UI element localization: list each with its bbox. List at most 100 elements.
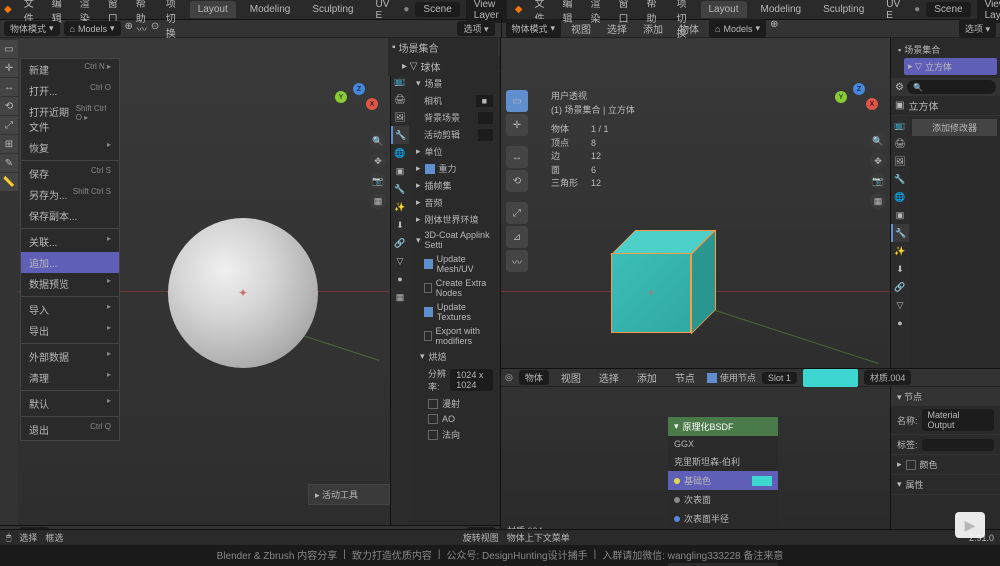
tool-cursor[interactable]: ✛: [0, 59, 18, 77]
obj-breadcrumb[interactable]: ▣ 立方体: [891, 96, 1000, 116]
camera-icon[interactable]: 📷: [370, 173, 386, 189]
tab-constraint[interactable]: 🔗: [391, 234, 409, 252]
sphere-object[interactable]: ✦: [168, 218, 318, 368]
gizmo-x[interactable]: X: [866, 98, 878, 110]
nav-gizmo[interactable]: X Y Z: [335, 83, 380, 128]
pan-icon[interactable]: ✥: [370, 153, 386, 169]
nodeeditor-icon[interactable]: ◎: [505, 372, 513, 383]
shader-header[interactable]: ▾ 原理化BSDF: [668, 417, 778, 436]
tab-ptcl-r[interactable]: ✨: [891, 242, 909, 260]
tool-scale[interactable]: ⤢: [0, 116, 18, 134]
tab-con-r[interactable]: 🔗: [891, 278, 909, 296]
tab-world[interactable]: 🌐: [391, 144, 409, 162]
zoom-icon[interactable]: 🔍: [870, 133, 886, 149]
tab-output-r[interactable]: 🖨: [891, 134, 909, 152]
file-menu-item[interactable]: 打开...Ctrl O: [21, 80, 119, 101]
tab-modeling-r[interactable]: Modeling: [753, 1, 810, 18]
tab-scene[interactable]: 🔧: [391, 126, 409, 144]
snap-icon[interactable]: 〰: [137, 21, 147, 36]
use-nodes[interactable]: 使用节点: [707, 371, 756, 384]
scale-tool[interactable]: ⤢: [506, 202, 528, 224]
gizmo-z[interactable]: Z: [853, 83, 865, 95]
row-bgscene[interactable]: 背景场景: [412, 109, 497, 126]
tool-rotate[interactable]: ⟲: [0, 97, 18, 115]
tab-output[interactable]: 🖨: [391, 90, 409, 108]
row-clip[interactable]: 活动剪辑: [412, 126, 497, 143]
tab-render-r[interactable]: 📺: [891, 116, 909, 134]
check-extranodes[interactable]: Create Extra Nodes: [412, 276, 497, 300]
tab-obj-r[interactable]: ▣: [891, 206, 909, 224]
viewport-right[interactable]: ▭ ✛ ↔ ⟲ ⤢ ⊿ 〰 用户透视 (1) 场景集合 | 立方体 物体1 / …: [501, 38, 890, 368]
file-menu-item[interactable]: 追加...: [21, 252, 119, 273]
row-camera[interactable]: 相机 ■: [412, 92, 497, 109]
tool-move[interactable]: ↔: [0, 78, 18, 96]
file-menu-item[interactable]: 恢复 ▸: [21, 137, 119, 158]
select-menu[interactable]: 选择: [601, 19, 633, 38]
ns-props[interactable]: ▾ 属性: [891, 475, 1000, 495]
file-menu-item[interactable]: 清理 ▸: [21, 367, 119, 388]
cursor-tool[interactable]: ✛: [506, 114, 528, 136]
l-tool[interactable]: 〰: [506, 250, 528, 272]
outliner-cube[interactable]: ▸ ▽ 立方体: [904, 58, 997, 75]
gravity-check[interactable]: [425, 164, 435, 174]
mat-dd[interactable]: 材质.004: [864, 370, 912, 385]
cube-object[interactable]: ✦: [611, 233, 711, 333]
panel-gravity[interactable]: ▸ 重力: [412, 160, 497, 177]
select-tool[interactable]: ▭: [506, 90, 528, 112]
ne-select[interactable]: 选择: [593, 368, 625, 387]
mode-dropdown-r[interactable]: 物体模式 ▾: [506, 19, 562, 38]
file-menu-item[interactable]: 默认 ▸: [21, 393, 119, 414]
tab-sculpting-r[interactable]: Sculpting: [815, 1, 872, 18]
sl-sssrad[interactable]: 次表面半径: [668, 509, 778, 528]
file-menu-item[interactable]: 关联... ▸: [21, 231, 119, 252]
gizmo-y[interactable]: Y: [835, 91, 847, 103]
check-exportmod[interactable]: Export with modifiers: [412, 324, 497, 348]
file-menu-item[interactable]: 保存副本...: [21, 205, 119, 226]
tool-transform[interactable]: ⊞: [0, 135, 18, 153]
k-tool[interactable]: ⊿: [506, 226, 528, 248]
models-dropdown-r[interactable]: ⌂ Models ▾: [709, 19, 766, 38]
tab-mod-r[interactable]: 🔧: [891, 224, 909, 242]
row-ao[interactable]: AO: [412, 412, 497, 426]
add-menu[interactable]: 添加: [637, 19, 669, 38]
panel-scene[interactable]: ▾ 场景: [412, 75, 497, 92]
orientation-icon[interactable]: ⊕: [770, 19, 778, 38]
tab-uv[interactable]: UV E: [367, 0, 397, 24]
ns-color[interactable]: ▸ 颜色: [891, 455, 1000, 475]
file-menu-item[interactable]: 打开近期文件Shift Ctrl O ▸: [21, 101, 119, 137]
tab-layout-r[interactable]: Layout: [701, 1, 747, 18]
tool-measure[interactable]: 📏: [0, 173, 18, 191]
ne-add[interactable]: 添加: [631, 368, 663, 387]
slot-dd[interactable]: Slot 1: [762, 372, 797, 384]
node-view[interactable]: 材质.004 ▾ 原理化BSDF GGX 克里斯坦森-伯利 基础色 次表面 次表…: [501, 387, 890, 543]
row-normal[interactable]: 法向: [412, 426, 497, 443]
outliner-scene-coll-l[interactable]: ▪ 场景集合: [388, 38, 498, 57]
tool-annotate[interactable]: ✎: [0, 154, 18, 172]
tool-select[interactable]: ▭: [0, 40, 18, 58]
object-menu[interactable]: 物体: [673, 19, 705, 38]
options-dropdown-r[interactable]: 选项 ▾: [959, 19, 996, 38]
panel-applink[interactable]: ▾ 3D-Coat Applink Setti: [412, 228, 497, 252]
row-resolution[interactable]: 分辨率: 1024 x 1024: [412, 365, 497, 395]
orientation-icon[interactable]: ⊕: [125, 21, 133, 36]
bilibili-button[interactable]: ▶: [955, 512, 985, 538]
ne-object[interactable]: 物体: [519, 370, 549, 385]
scene-dropdown[interactable]: Scene: [415, 2, 459, 17]
tab-modeling[interactable]: Modeling: [242, 1, 299, 18]
panel-units[interactable]: ▸ 单位: [412, 143, 497, 160]
panel-bake[interactable]: ▾ 烘焙: [412, 348, 497, 365]
sl-chris[interactable]: 克里斯坦森-伯利: [668, 452, 778, 471]
view-menu[interactable]: 视图: [565, 19, 597, 38]
ns-name[interactable]: 名称: Material Output: [891, 406, 1000, 435]
mat-preview[interactable]: [803, 369, 858, 387]
tab-world-r[interactable]: 🌐: [891, 188, 909, 206]
gizmo-x[interactable]: X: [366, 98, 378, 110]
sl-basecolor[interactable]: 基础色: [668, 471, 778, 490]
row-diffuse[interactable]: 漫射: [412, 395, 497, 412]
pan-icon[interactable]: ✥: [870, 153, 886, 169]
ne-view[interactable]: 视图: [555, 368, 587, 387]
tab-modifier[interactable]: 🔧: [391, 180, 409, 198]
ns-tag[interactable]: 标签:: [891, 435, 1000, 455]
file-menu-item[interactable]: 导出 ▸: [21, 320, 119, 341]
props-editor-icon[interactable]: ⚙: [895, 82, 904, 93]
